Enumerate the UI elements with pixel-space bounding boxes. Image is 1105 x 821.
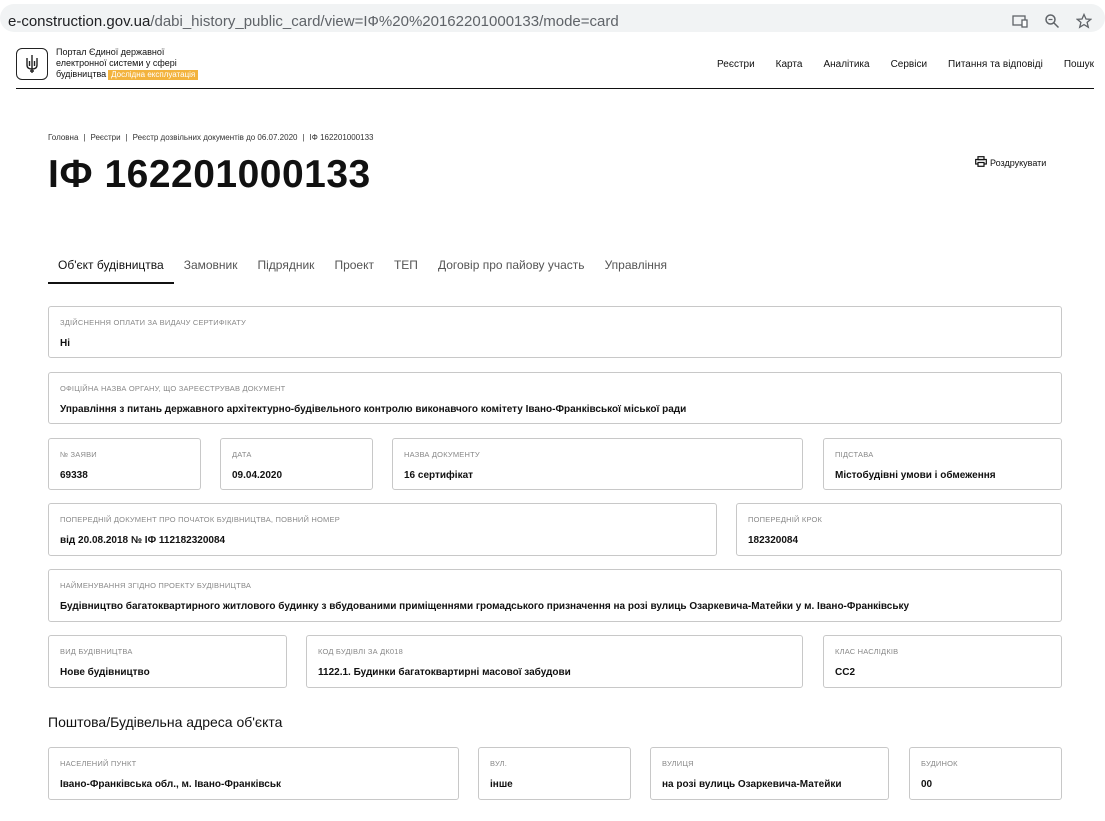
field-label: Дата (232, 450, 252, 459)
field-label: Попередній крок (748, 515, 823, 524)
tab-project[interactable]: Проект (324, 255, 384, 284)
breadcrumb-separator: | (125, 133, 128, 142)
breadcrumb-separator: | (302, 133, 305, 142)
url-text: e-construction.gov.ua/dabi_history_publi… (8, 13, 619, 30)
field-label: Клас наслідків (835, 647, 899, 656)
field-label: Вид будівництва (60, 647, 133, 656)
field-label: Населений пункт (60, 759, 137, 768)
field-value: 09.04.2020 (232, 470, 283, 481)
field-label: Будинок (921, 759, 958, 768)
field-previous-step: Попередній крок 182320084 (736, 503, 1062, 556)
field-label: Вулиця (662, 759, 694, 768)
page-title: ІФ 162201000133 (48, 153, 371, 196)
portal-name[interactable]: Портал Єдиної державної електронної сист… (56, 47, 226, 80)
field-project-name: Найменування згідно проекту будівництва … (48, 569, 1062, 622)
portal-name-line3: будівництва (56, 69, 107, 79)
breadcrumb-registry[interactable]: Реєстр дозвільних документів до 06.07.20… (133, 133, 298, 142)
url-path: /dabi_history_public_card/view=ІФ%20%201… (150, 13, 619, 30)
main-nav: Реєстри Карта Аналітика Сервіси Питання … (717, 59, 1094, 70)
field-date: Дата 09.04.2020 (220, 438, 373, 490)
field-label: Найменування згідно проекту будівництва (60, 581, 252, 590)
printer-icon (975, 156, 987, 169)
tab-object[interactable]: Об'єкт будівництва (48, 255, 174, 284)
nav-registries[interactable]: Реєстри (717, 59, 755, 70)
portal-name-line1: Портал Єдиної державної (56, 47, 165, 57)
field-value: 1122.1. Будинки багатоквартирні масової … (318, 667, 571, 678)
field-value: СС2 (835, 667, 856, 678)
field-document-name: Назва документу 16 сертифікат (392, 438, 803, 490)
breadcrumb-separator: | (83, 133, 86, 142)
field-label: № заяви (60, 450, 97, 459)
field-value: 182320084 (748, 535, 799, 546)
field-value: Ні (60, 338, 70, 349)
breadcrumb-registries[interactable]: Реєстри (90, 133, 120, 142)
url-field[interactable]: e-construction.gov.ua/dabi_history_publi… (0, 4, 1105, 32)
portal-name-line2: електронної системи у сфері (56, 58, 177, 68)
field-value: від 20.08.2018 № ІФ 112182320084 (60, 535, 226, 546)
field-value: інше (490, 779, 513, 790)
field-street: Вулиця на розі вулиць Озаркевича-Матейки (650, 747, 889, 800)
field-label: Вул. (490, 759, 508, 768)
field-label: Назва документу (404, 450, 480, 459)
tab-management[interactable]: Управління (595, 255, 677, 284)
field-label: Код будівлі за ДК018 (318, 647, 404, 656)
field-value: Містобудівні умови і обмеження (835, 470, 996, 481)
star-icon[interactable] (1075, 12, 1093, 30)
field-label: Попередній документ про початок будівниц… (60, 515, 340, 524)
cast-icon[interactable] (1011, 12, 1029, 30)
print-button[interactable]: Роздрукувати (975, 156, 1046, 169)
zoom-icon[interactable] (1043, 12, 1061, 30)
tab-tep[interactable]: ТЕП (384, 255, 428, 284)
nav-search[interactable]: Пошук (1064, 59, 1094, 70)
print-label: Роздрукувати (990, 157, 1047, 168)
field-label: Офіційна назва органу, що зареєстрував д… (60, 384, 286, 393)
field-building-code: Код будівлі за ДК018 1122.1. Будинки баг… (306, 635, 803, 688)
browser-address-bar: e-construction.gov.ua/dabi_history_publi… (0, 0, 1105, 36)
field-value: на розі вулиць Озаркевича-Матейки (662, 779, 842, 790)
field-basis: Підстава Містобудівні умови і обмеження (823, 438, 1062, 490)
field-value: 16 сертифікат (404, 470, 474, 481)
site-header: Портал Єдиної державної електронної сист… (16, 36, 1094, 89)
trident-logo-icon[interactable] (16, 48, 48, 80)
field-value: Нове будівництво (60, 667, 150, 678)
address-bar-icons (1011, 12, 1093, 30)
nav-faq[interactable]: Питання та відповіді (948, 59, 1043, 70)
field-label: Здійснення оплати за видачу сертифікату (60, 318, 246, 327)
tab-share-agreement[interactable]: Договір про пайову участь (428, 255, 595, 284)
breadcrumb-home[interactable]: Головна (48, 133, 78, 142)
field-street-type: Вул. інше (478, 747, 631, 800)
tab-customer[interactable]: Замовник (174, 255, 248, 284)
field-value: 00 (921, 779, 933, 790)
nav-analytics[interactable]: Аналітика (823, 59, 869, 70)
field-label: Підстава (835, 450, 874, 459)
nav-services[interactable]: Сервіси (891, 59, 927, 70)
field-value: Управління з питань державного архітекту… (60, 404, 687, 415)
tab-contractor[interactable]: Підрядник (248, 255, 325, 284)
beta-badge: Дослідна експлуатація (108, 70, 199, 80)
field-building: Будинок 00 (909, 747, 1062, 800)
field-value: Івано-Франківська обл., м. Івано-Франків… (60, 779, 281, 790)
breadcrumb: Головна | Реєстри | Реєстр дозвільних докуме… (48, 133, 373, 142)
breadcrumb-current: ІФ 162201000133 (309, 133, 374, 142)
field-construction-type: Вид будівництва Нове будівництво (48, 635, 287, 688)
field-consequence-class: Клас наслідків СС2 (823, 635, 1062, 688)
field-locality: Населений пункт Івано-Франківська обл., … (48, 747, 459, 800)
nav-map[interactable]: Карта (776, 59, 803, 70)
url-host: e-construction.gov.ua (8, 13, 151, 30)
field-payment: Здійснення оплати за видачу сертифікату … (48, 306, 1062, 358)
field-previous-document: Попередній документ про початок будівниц… (48, 503, 717, 556)
address-section-title: Поштова/Будівельна адреса об'єкта (48, 714, 283, 730)
tab-bar: Об'єкт будівництва Замовник Підрядник Пр… (48, 255, 677, 284)
field-application-no: № заяви 69338 (48, 438, 201, 490)
field-value: 69338 (60, 470, 88, 481)
field-authority: Офіційна назва органу, що зареєстрував д… (48, 372, 1062, 424)
field-value: Будівництво багатоквартирного житлового … (60, 601, 910, 612)
